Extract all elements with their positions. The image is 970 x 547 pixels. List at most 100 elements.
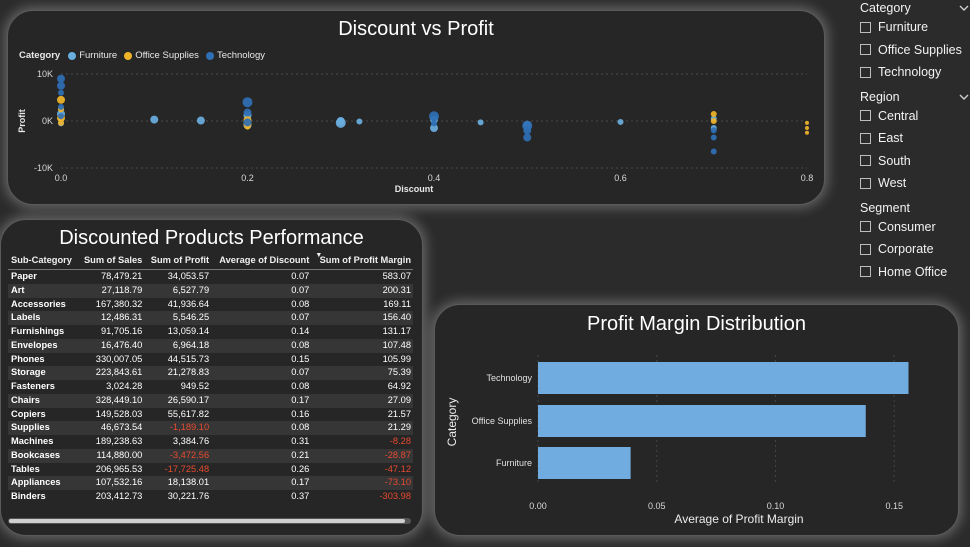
data-point[interactable] bbox=[196, 116, 205, 125]
data-point[interactable] bbox=[710, 118, 717, 124]
data-point[interactable] bbox=[356, 118, 363, 125]
data-point[interactable] bbox=[523, 126, 532, 135]
table-row[interactable]: Storage 223,843.61 21,278.83 0.07 75.39 bbox=[8, 366, 413, 380]
filter-option[interactable]: Central bbox=[860, 105, 970, 128]
col-subcategory[interactable]: Sub-Category bbox=[8, 251, 78, 270]
col-profit-margin[interactable]: ▼ Sum of Profit Margin bbox=[311, 251, 413, 270]
checkbox[interactable] bbox=[860, 132, 871, 144]
data-point[interactable] bbox=[57, 74, 65, 83]
filter-option[interactable]: West bbox=[860, 172, 970, 195]
cell-sales: 149,528.03 bbox=[95, 408, 143, 419]
bar[interactable] bbox=[538, 362, 909, 394]
filter-header[interactable]: Region bbox=[860, 89, 970, 105]
data-point[interactable] bbox=[243, 118, 252, 127]
data-point[interactable] bbox=[150, 115, 159, 124]
filter-section-category: Category Furniture Office Supplies Technolo… bbox=[860, 0, 970, 84]
table-row[interactable]: Labels 12,486.31 5,546.25 0.07 156.40 bbox=[8, 311, 413, 325]
cell-profit-margin: 21.57 bbox=[387, 408, 411, 419]
data-point[interactable] bbox=[243, 108, 252, 117]
filter-option[interactable]: Furniture bbox=[860, 16, 970, 39]
table-row[interactable]: Binders 203,412.73 30,221.76 0.37 -303.98 bbox=[8, 490, 413, 504]
table-row[interactable]: Machines 189,238.63 3,384.76 0.31 -8.28 bbox=[8, 435, 413, 449]
col-profit[interactable]: Sum of Profit bbox=[144, 251, 212, 270]
filter-option[interactable]: Corporate bbox=[860, 238, 970, 261]
data-point[interactable] bbox=[710, 134, 717, 141]
checkbox[interactable] bbox=[860, 177, 871, 189]
filter-option[interactable]: Technology bbox=[860, 61, 970, 84]
cell-discount: 0.07 bbox=[291, 367, 310, 378]
table-row[interactable]: Bookcases 114,880.00 -3,472.56 0.21 -28.87 bbox=[8, 448, 413, 463]
table-row[interactable]: Paper 78,479.21 34,053.57 0.07 583.07 bbox=[8, 270, 413, 284]
filter-option[interactable]: Office Supplies bbox=[860, 39, 970, 62]
filter-header[interactable]: Category bbox=[860, 0, 970, 16]
checkbox[interactable] bbox=[860, 44, 871, 56]
data-point[interactable] bbox=[429, 111, 439, 122]
cell-profit-margin: 75.39 bbox=[387, 367, 411, 378]
table-row[interactable]: Envelopes 16,476.40 6,964.18 0.08 107.48 bbox=[8, 338, 413, 353]
filter-option-label: Home Office bbox=[878, 264, 948, 279]
cell-profit-margin: 583.07 bbox=[382, 271, 411, 281]
data-point[interactable] bbox=[523, 133, 532, 142]
checkbox[interactable] bbox=[860, 21, 871, 33]
filter-header[interactable]: Segment bbox=[860, 200, 970, 216]
data-point[interactable] bbox=[710, 148, 717, 155]
table-horizontal-scrollbar[interactable] bbox=[8, 518, 411, 524]
data-point[interactable] bbox=[477, 119, 484, 126]
chevron-down-icon[interactable] bbox=[958, 3, 970, 13]
cell-sales: 107,532.16 bbox=[95, 477, 143, 488]
bar[interactable] bbox=[538, 447, 631, 479]
filter-option[interactable]: Consumer bbox=[860, 216, 970, 239]
cell-discount: 0.17 bbox=[291, 477, 310, 488]
filter-option[interactable]: Home Office bbox=[860, 261, 970, 284]
data-point[interactable] bbox=[57, 95, 65, 104]
checkbox[interactable] bbox=[860, 110, 871, 122]
data-point[interactable] bbox=[805, 120, 809, 125]
cell-profit-margin: -47.12 bbox=[384, 463, 411, 474]
scrollbar-thumb[interactable] bbox=[9, 519, 405, 523]
cell-sales: 189,238.63 bbox=[95, 436, 143, 446]
checkbox[interactable] bbox=[860, 66, 871, 78]
table-row[interactable]: Furnishings 91,705.16 13,059.14 0.14 131.17 bbox=[8, 325, 413, 339]
filter-option[interactable]: South bbox=[860, 150, 970, 173]
checkbox[interactable] bbox=[860, 243, 871, 255]
table-row[interactable]: Copiers 149,528.03 55,617.82 0.16 21.57 bbox=[8, 408, 413, 422]
y-tick-label: 0K bbox=[42, 116, 53, 126]
checkbox[interactable] bbox=[860, 155, 871, 167]
table-row[interactable]: Fasteners 3,024.28 949.52 0.08 64.92 bbox=[8, 380, 413, 394]
data-point[interactable] bbox=[805, 126, 809, 131]
data-point[interactable] bbox=[58, 103, 64, 110]
table-row[interactable]: Appliances 107,532.16 18,138.01 0.17 -73.10 bbox=[8, 476, 413, 490]
data-point[interactable] bbox=[710, 127, 717, 134]
data-point[interactable] bbox=[242, 97, 253, 108]
col-sales[interactable]: Sum of Sales bbox=[77, 251, 145, 270]
cell-discount: 0.07 bbox=[291, 284, 310, 295]
data-point[interactable] bbox=[57, 81, 65, 90]
chevron-down-icon[interactable] bbox=[958, 92, 970, 102]
y-axis-label: Category bbox=[445, 398, 459, 447]
col-discount[interactable]: Average of Discount bbox=[211, 251, 312, 270]
data-point[interactable] bbox=[805, 130, 809, 135]
bar[interactable] bbox=[538, 405, 866, 437]
table-row[interactable]: Art 27,118.79 6,527.79 0.07 200.31 bbox=[8, 283, 413, 298]
data-point[interactable] bbox=[431, 120, 437, 127]
data-point[interactable] bbox=[58, 119, 64, 126]
checkbox[interactable] bbox=[860, 221, 871, 233]
cell-subcategory: Supplies bbox=[11, 422, 50, 433]
data-point[interactable] bbox=[58, 89, 64, 96]
table-row[interactable]: Phones 330,007.05 44,515.73 0.15 105.99 bbox=[8, 353, 413, 367]
table-row[interactable]: Tables 206,965.53 -17,725.48 0.26 -47.12 bbox=[8, 463, 413, 477]
data-point[interactable] bbox=[617, 118, 624, 125]
bar-chart[interactable]: 0.00 0.05 0.10 0.15 Technology Office Supplie… bbox=[435, 305, 959, 536]
filter-option[interactable]: East bbox=[860, 127, 970, 150]
data-point[interactable] bbox=[710, 110, 717, 117]
data-point[interactable] bbox=[58, 113, 64, 120]
scatter-plot[interactable]: 10K 0K -10K0.0 0.2 0.4 0.6 0.8 Discount Profit bbox=[8, 11, 825, 205]
data-point[interactable] bbox=[335, 117, 346, 128]
cell-discount: 0.14 bbox=[291, 326, 310, 336]
table-panel: Discounted Products Performance Sub-Cate… bbox=[0, 219, 423, 536]
checkbox[interactable] bbox=[860, 266, 871, 278]
table-row[interactable]: Accessories 167,380.32 41,936.64 0.08 169.11 bbox=[8, 298, 413, 312]
category-label: Furniture bbox=[496, 458, 532, 468]
table-row[interactable]: Supplies 46,673.54 -1,189.10 0.08 21.29 bbox=[8, 421, 413, 435]
table-row[interactable]: Chairs 328,449.10 26,590.17 0.17 27.09 bbox=[8, 393, 413, 408]
